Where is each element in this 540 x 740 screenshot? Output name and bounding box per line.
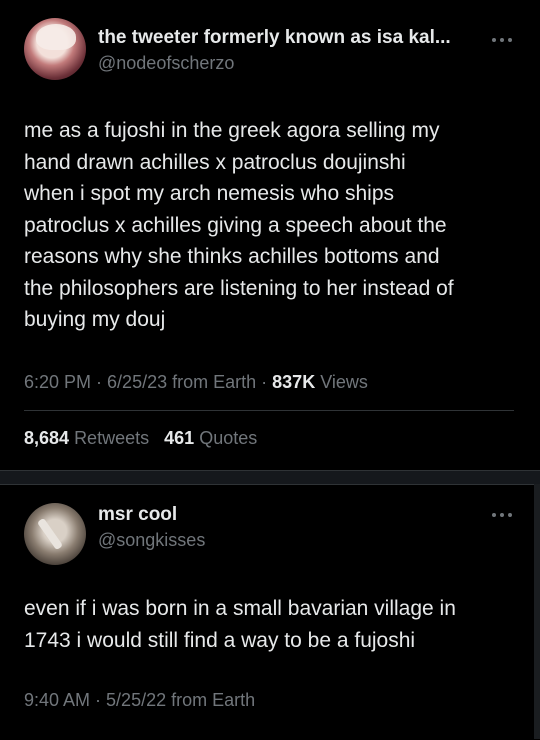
avatar[interactable] xyxy=(24,503,86,565)
tweet-source: from Earth xyxy=(171,690,256,710)
separator: · xyxy=(91,372,108,392)
tweet-date[interactable]: 6/25/23 xyxy=(107,372,167,392)
quotes-link[interactable]: 461 Quotes xyxy=(164,428,257,448)
tweet-time[interactable]: 6:20 PM xyxy=(24,372,91,392)
retweets-count: 8,684 xyxy=(24,428,70,448)
display-name[interactable]: the tweeter formerly known as isa kal... xyxy=(98,27,451,49)
views-label: Views xyxy=(320,372,368,392)
separator: · xyxy=(256,372,273,392)
user-handle[interactable]: @nodeofscherzo xyxy=(98,53,234,74)
retweets-label: Retweets xyxy=(74,428,150,448)
tweet-text: me as a fujoshi in the greek agora selli… xyxy=(24,119,454,331)
engagement-stats: 8,684 Retweets 461 Quotes xyxy=(24,428,257,449)
tweet-time[interactable]: 9:40 AM xyxy=(24,690,90,710)
tweet-metadata: 9:40 AM · 5/25/22 from Earth xyxy=(24,690,255,711)
tweet-date[interactable]: 5/25/22 xyxy=(106,690,166,710)
divider xyxy=(24,410,514,411)
user-handle[interactable]: @songkisses xyxy=(98,530,205,551)
tweet-text: even if i was born in a small bavarian v… xyxy=(24,597,456,652)
avatar-image xyxy=(36,517,64,551)
more-options-icon[interactable] xyxy=(492,35,512,45)
views-count: 837K xyxy=(272,372,316,392)
tweet-separator xyxy=(0,470,540,485)
tweet-card[interactable]: msr cool @songkisses even if i was born … xyxy=(0,484,540,740)
scrollbar[interactable] xyxy=(534,484,540,739)
separator: · xyxy=(90,690,107,710)
tweet-source: from Earth xyxy=(172,372,257,392)
avatar[interactable] xyxy=(24,18,86,80)
quotes-label: Quotes xyxy=(199,428,258,448)
retweets-link[interactable]: 8,684 Retweets xyxy=(24,428,149,448)
quotes-count: 461 xyxy=(164,428,195,448)
tweet-metadata: 6:20 PM · 6/25/23 from Earth · 837K View… xyxy=(24,372,368,393)
tweet-card[interactable]: the tweeter formerly known as isa kal...… xyxy=(0,0,540,470)
display-name[interactable]: msr cool xyxy=(98,504,177,526)
more-options-icon[interactable] xyxy=(492,510,512,520)
avatar-hair xyxy=(36,24,76,50)
